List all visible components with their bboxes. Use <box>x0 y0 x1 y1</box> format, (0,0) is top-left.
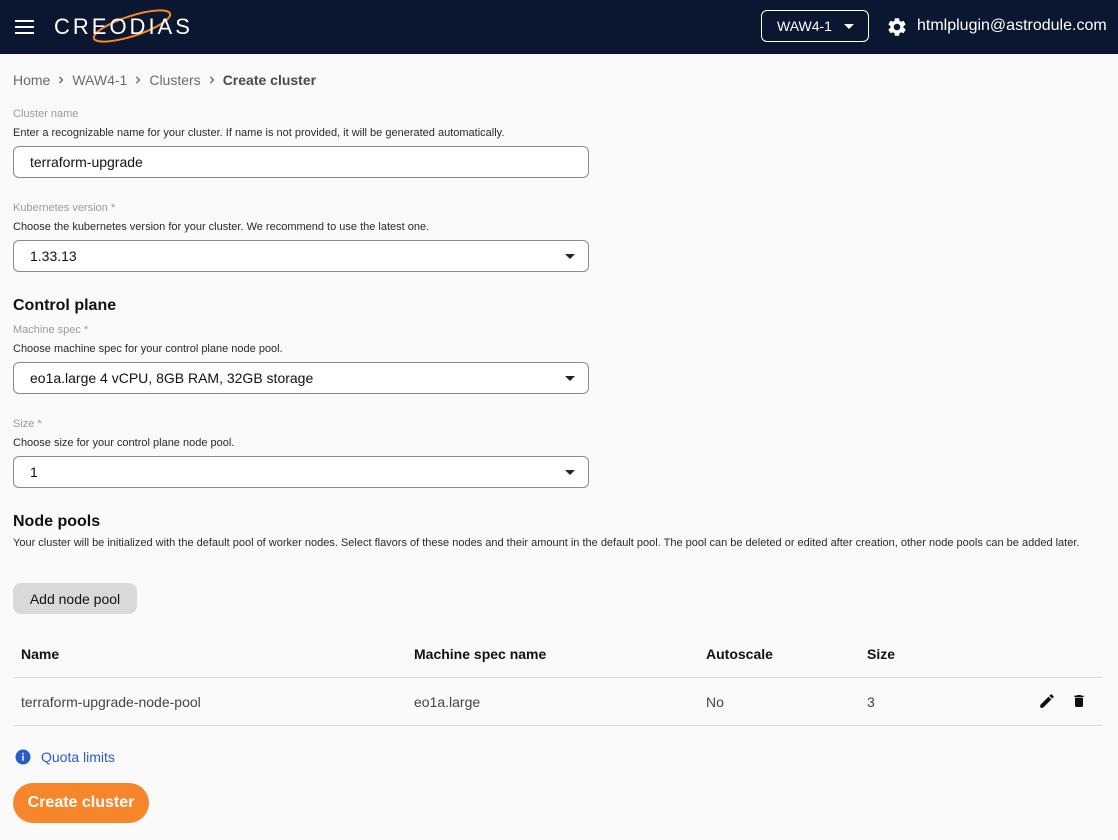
column-header-autoscale: Autoscale <box>706 646 773 662</box>
region-select-value: WAW4-1 <box>777 18 832 34</box>
brand-text: CREODIAS <box>54 14 193 39</box>
top-bar: CREODIAS WAW4-1 htmlplugin@astrodule.com <box>0 0 1118 54</box>
chevron-right-icon <box>209 76 215 84</box>
cluster-name-value: terraform-upgrade <box>30 154 143 170</box>
kubernetes-version-help: Choose the kubernetes version for your c… <box>13 221 430 233</box>
cluster-name-help: Enter a recognizable name for your clust… <box>13 127 505 139</box>
node-pool-size: 3 <box>867 694 875 710</box>
control-plane-title: Control plane <box>13 297 117 314</box>
edit-icon[interactable] <box>1038 692 1056 710</box>
menu-icon[interactable] <box>14 16 36 38</box>
node-pools-description: Your cluster will be initialized with th… <box>13 537 1080 549</box>
gear-icon[interactable] <box>886 16 908 38</box>
breadcrumb-current: Create cluster <box>222 72 317 88</box>
cluster-name-input[interactable]: terraform-upgrade <box>13 146 589 178</box>
size-value: 1 <box>30 464 38 480</box>
size-label: Size * <box>13 418 42 430</box>
breadcrumb-region[interactable]: WAW4-1 <box>72 72 127 88</box>
size-help: Choose size for your control plane node … <box>13 437 235 449</box>
chevron-down-icon <box>565 470 575 475</box>
breadcrumb-home[interactable]: Home <box>13 72 50 88</box>
add-node-pool-button[interactable]: Add node pool <box>13 583 137 614</box>
chevron-right-icon <box>59 76 64 84</box>
machine-spec-value: eo1a.large 4 vCPU, 8GB RAM, 32GB storage <box>30 370 314 386</box>
table-header: Name Machine spec name Autoscale Size <box>13 630 1103 678</box>
node-pools-title: Node pools <box>13 513 101 530</box>
user-email[interactable]: htmlplugin@astrodule.com <box>917 17 1107 35</box>
machine-spec-select[interactable]: eo1a.large 4 vCPU, 8GB RAM, 32GB storage <box>13 362 589 394</box>
size-select[interactable]: 1 <box>13 456 589 488</box>
breadcrumb-clusters[interactable]: Clusters <box>149 72 200 88</box>
chevron-down-icon <box>844 24 854 29</box>
node-pools-table: Name Machine spec name Autoscale Size te… <box>13 630 1103 726</box>
column-header-machine-spec: Machine spec name <box>414 646 547 662</box>
kubernetes-version-label: Kubernetes version * <box>13 202 116 214</box>
quota-limits-link[interactable]: Quota limits <box>14 748 115 766</box>
brand-logo[interactable]: CREODIAS <box>52 7 212 47</box>
machine-spec-help: Choose machine spec for your control pla… <box>13 343 283 355</box>
cluster-name-label: Cluster name <box>13 108 79 120</box>
node-pool-machine-spec: eo1a.large <box>414 694 481 710</box>
table-row: terraform-upgrade-node-pool eo1a.large N… <box>13 678 1103 726</box>
chevron-down-icon <box>565 376 575 381</box>
info-icon <box>15 749 31 765</box>
chevron-right-icon <box>136 76 141 84</box>
kubernetes-version-select[interactable]: 1.33.13 <box>13 240 589 272</box>
kubernetes-version-value: 1.33.13 <box>30 248 77 264</box>
chevron-down-icon <box>565 254 575 259</box>
quota-limits-label: Quota limits <box>41 749 115 765</box>
create-cluster-button[interactable]: Create cluster <box>13 783 149 823</box>
node-pool-autoscale: No <box>706 694 724 710</box>
breadcrumb: Home WAW4-1 Clusters Create cluster <box>13 72 316 88</box>
column-header-name: Name <box>21 646 60 662</box>
column-header-size: Size <box>867 646 896 662</box>
machine-spec-label: Machine spec * <box>13 324 89 336</box>
delete-icon[interactable] <box>1071 692 1087 710</box>
node-pool-name: terraform-upgrade-node-pool <box>21 694 201 710</box>
region-select[interactable]: WAW4-1 <box>761 10 869 42</box>
